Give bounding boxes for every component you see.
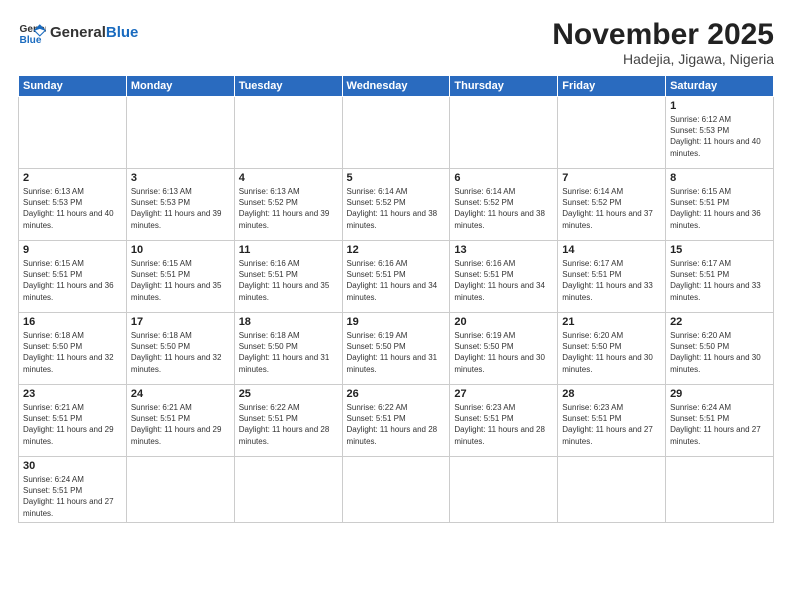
table-row: 29Sunrise: 6:24 AMSunset: 5:51 PMDayligh…	[666, 385, 774, 457]
table-row: 19Sunrise: 6:19 AMSunset: 5:50 PMDayligh…	[342, 313, 450, 385]
table-row: 15Sunrise: 6:17 AMSunset: 5:51 PMDayligh…	[666, 241, 774, 313]
page: General Blue GeneralBlue November 2025 H…	[0, 0, 792, 612]
table-row: 2Sunrise: 6:13 AMSunset: 5:53 PMDaylight…	[19, 169, 127, 241]
empty-cell	[558, 97, 666, 169]
table-row: 6Sunrise: 6:14 AMSunset: 5:52 PMDaylight…	[450, 169, 558, 241]
empty-cell	[19, 97, 127, 169]
table-row: 22Sunrise: 6:20 AMSunset: 5:50 PMDayligh…	[666, 313, 774, 385]
table-row: 17Sunrise: 6:18 AMSunset: 5:50 PMDayligh…	[126, 313, 234, 385]
table-row: 27Sunrise: 6:23 AMSunset: 5:51 PMDayligh…	[450, 385, 558, 457]
empty-cell	[234, 457, 342, 523]
table-row: 28Sunrise: 6:23 AMSunset: 5:51 PMDayligh…	[558, 385, 666, 457]
table-row: 3Sunrise: 6:13 AMSunset: 5:53 PMDaylight…	[126, 169, 234, 241]
empty-cell	[126, 97, 234, 169]
table-row: 26Sunrise: 6:22 AMSunset: 5:51 PMDayligh…	[342, 385, 450, 457]
header-wednesday: Wednesday	[342, 76, 450, 97]
empty-cell	[342, 457, 450, 523]
table-row: 5Sunrise: 6:14 AMSunset: 5:52 PMDaylight…	[342, 169, 450, 241]
month-title: November 2025	[552, 18, 774, 51]
header-sunday: Sunday	[19, 76, 127, 97]
empty-cell	[450, 457, 558, 523]
header-thursday: Thursday	[450, 76, 558, 97]
table-row: 25Sunrise: 6:22 AMSunset: 5:51 PMDayligh…	[234, 385, 342, 457]
location: Hadejia, Jigawa, Nigeria	[552, 51, 774, 67]
table-row: 14Sunrise: 6:17 AMSunset: 5:51 PMDayligh…	[558, 241, 666, 313]
empty-cell	[666, 457, 774, 523]
table-row: 1Sunrise: 6:12 AMSunset: 5:53 PMDaylight…	[666, 97, 774, 169]
empty-cell	[342, 97, 450, 169]
table-row: 23Sunrise: 6:21 AMSunset: 5:51 PMDayligh…	[19, 385, 127, 457]
table-row: 16Sunrise: 6:18 AMSunset: 5:50 PMDayligh…	[19, 313, 127, 385]
header: General Blue GeneralBlue November 2025 H…	[18, 18, 774, 67]
logo-text: GeneralBlue	[50, 25, 138, 40]
table-row: 11Sunrise: 6:16 AMSunset: 5:51 PMDayligh…	[234, 241, 342, 313]
header-friday: Friday	[558, 76, 666, 97]
table-row: 12Sunrise: 6:16 AMSunset: 5:51 PMDayligh…	[342, 241, 450, 313]
empty-cell	[558, 457, 666, 523]
table-row: 7Sunrise: 6:14 AMSunset: 5:52 PMDaylight…	[558, 169, 666, 241]
svg-text:Blue: Blue	[20, 35, 42, 46]
table-row: 9Sunrise: 6:15 AMSunset: 5:51 PMDaylight…	[19, 241, 127, 313]
header-monday: Monday	[126, 76, 234, 97]
logo-icon: General Blue	[18, 18, 46, 46]
calendar-table: Sunday Monday Tuesday Wednesday Thursday…	[18, 75, 774, 523]
header-saturday: Saturday	[666, 76, 774, 97]
table-row: 24Sunrise: 6:21 AMSunset: 5:51 PMDayligh…	[126, 385, 234, 457]
empty-cell	[126, 457, 234, 523]
logo: General Blue GeneralBlue	[18, 18, 138, 46]
table-row: 10Sunrise: 6:15 AMSunset: 5:51 PMDayligh…	[126, 241, 234, 313]
table-row: 20Sunrise: 6:19 AMSunset: 5:50 PMDayligh…	[450, 313, 558, 385]
table-row: 4Sunrise: 6:13 AMSunset: 5:52 PMDaylight…	[234, 169, 342, 241]
table-row: 8Sunrise: 6:15 AMSunset: 5:51 PMDaylight…	[666, 169, 774, 241]
header-tuesday: Tuesday	[234, 76, 342, 97]
title-block: November 2025 Hadejia, Jigawa, Nigeria	[552, 18, 774, 67]
empty-cell	[234, 97, 342, 169]
weekday-header-row: Sunday Monday Tuesday Wednesday Thursday…	[19, 76, 774, 97]
table-row: 18Sunrise: 6:18 AMSunset: 5:50 PMDayligh…	[234, 313, 342, 385]
table-row: 30Sunrise: 6:24 AMSunset: 5:51 PMDayligh…	[19, 457, 127, 523]
empty-cell	[450, 97, 558, 169]
table-row: 21Sunrise: 6:20 AMSunset: 5:50 PMDayligh…	[558, 313, 666, 385]
table-row: 13Sunrise: 6:16 AMSunset: 5:51 PMDayligh…	[450, 241, 558, 313]
